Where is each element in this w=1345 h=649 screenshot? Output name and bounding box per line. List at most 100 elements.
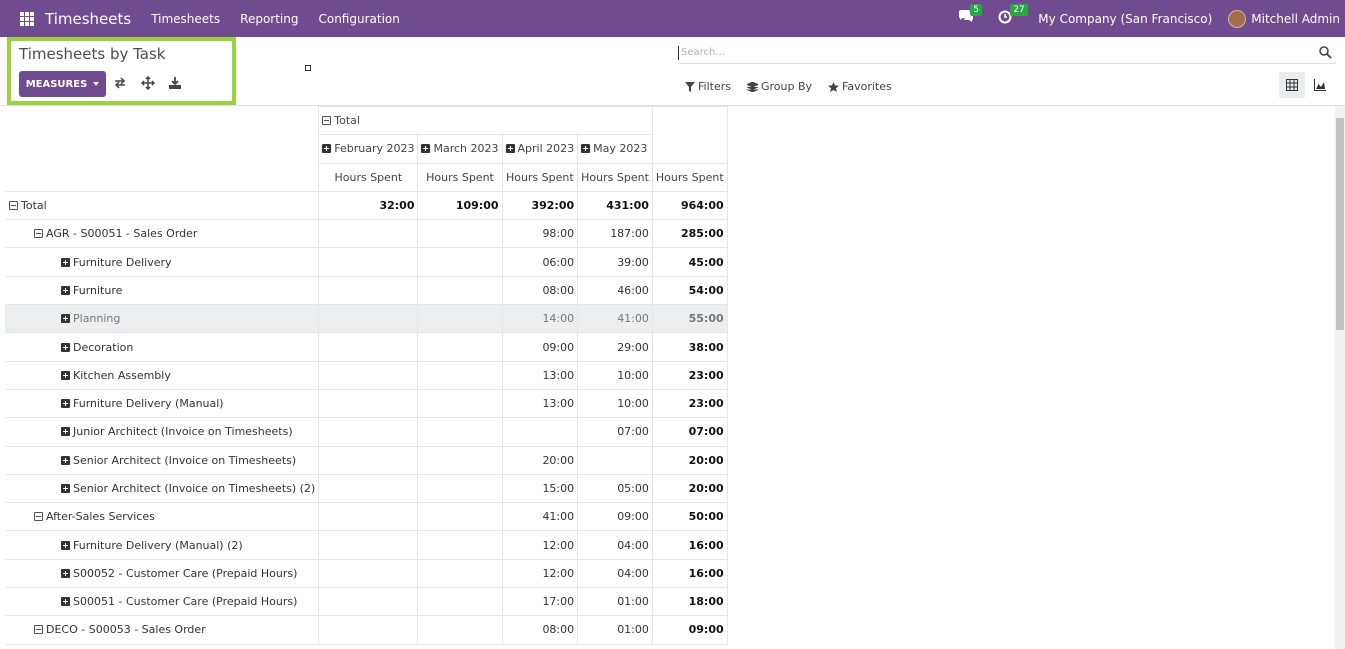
pivot-cell[interactable]: 41:00 bbox=[501, 502, 579, 532]
apps-menu-icon[interactable] bbox=[20, 11, 34, 26]
company-switcher[interactable]: My Company (San Francisco) bbox=[1038, 12, 1212, 26]
pivot-cell[interactable] bbox=[417, 587, 503, 617]
expand-all-icon[interactable] bbox=[141, 76, 155, 90]
pivot-cell[interactable]: 16:00 bbox=[651, 558, 728, 589]
pivot-cell[interactable]: 285:00 bbox=[651, 219, 728, 249]
pivot-cell[interactable] bbox=[318, 473, 419, 504]
pivot-cell[interactable]: 14:00 bbox=[501, 304, 579, 334]
pivot-cell[interactable] bbox=[318, 247, 419, 277]
pivot-cell[interactable]: 15:00 bbox=[501, 473, 579, 504]
pivot-cell[interactable]: 392:00 bbox=[501, 190, 579, 221]
pivot-cell[interactable] bbox=[417, 304, 503, 334]
pivot-cell[interactable]: 06:00 bbox=[501, 247, 579, 277]
menu-configuration[interactable]: Configuration bbox=[318, 12, 399, 26]
pivot-cell[interactable] bbox=[318, 388, 419, 419]
pivot-cell[interactable]: 20:00 bbox=[651, 445, 728, 475]
row-header[interactable]: Junior Architect (Invoice on Timesheets) bbox=[5, 417, 320, 447]
flip-axis-icon[interactable] bbox=[113, 76, 127, 90]
measure-header[interactable]: Hours Spent bbox=[501, 162, 579, 192]
pivot-cell[interactable]: 04:00 bbox=[577, 558, 653, 589]
pivot-cell[interactable]: 45:00 bbox=[651, 247, 728, 277]
pivot-cell[interactable]: 109:00 bbox=[417, 190, 503, 221]
pivot-cell[interactable] bbox=[417, 360, 503, 390]
row-header[interactable]: Planning bbox=[5, 304, 320, 334]
pivot-cell[interactable]: 01:00 bbox=[577, 615, 653, 645]
pivot-cell[interactable]: 98:00 bbox=[501, 219, 579, 249]
pivot-cell[interactable]: 07:00 bbox=[651, 417, 728, 447]
row-header[interactable]: Furniture Delivery bbox=[5, 247, 320, 277]
pivot-cell[interactable]: 46:00 bbox=[577, 275, 653, 306]
pivot-cell[interactable]: 01:00 bbox=[577, 587, 653, 617]
pivot-cell[interactable] bbox=[318, 360, 419, 390]
pivot-cell[interactable]: 10:00 bbox=[577, 388, 653, 419]
group-by-button[interactable]: Group By bbox=[746, 80, 812, 93]
row-header[interactable]: Furniture Delivery (Manual) bbox=[5, 388, 320, 419]
pivot-cell[interactable] bbox=[417, 615, 503, 645]
pivot-cell[interactable] bbox=[417, 502, 503, 532]
pivot-cell[interactable]: 187:00 bbox=[577, 219, 653, 249]
pivot-cell[interactable]: 04:00 bbox=[577, 530, 653, 560]
search-bar[interactable]: Search... bbox=[678, 42, 1336, 64]
pivot-cell[interactable]: 05:00 bbox=[577, 473, 653, 504]
col-header-month[interactable]: February 2023 bbox=[318, 134, 419, 164]
pivot-cell[interactable]: 17:00 bbox=[501, 587, 579, 617]
pivot-cell[interactable] bbox=[318, 587, 419, 617]
pivot-cell[interactable] bbox=[318, 275, 419, 306]
pivot-cell[interactable]: 964:00 bbox=[651, 190, 728, 221]
row-header[interactable]: Senior Architect (Invoice on Timesheets) bbox=[5, 445, 320, 475]
pivot-cell[interactable]: 13:00 bbox=[501, 360, 579, 390]
row-header[interactable]: Kitchen Assembly bbox=[5, 360, 320, 390]
measure-header[interactable]: Hours Spent bbox=[577, 162, 653, 192]
pivot-cell[interactable]: 09:00 bbox=[501, 332, 579, 362]
pivot-cell[interactable] bbox=[318, 615, 419, 645]
pivot-cell[interactable]: 39:00 bbox=[577, 247, 653, 277]
pivot-cell[interactable] bbox=[577, 445, 653, 475]
pivot-cell[interactable] bbox=[318, 332, 419, 362]
pivot-cell[interactable]: 29:00 bbox=[577, 332, 653, 362]
pivot-cell[interactable]: 09:00 bbox=[577, 502, 653, 532]
activities-button[interactable]: 27 bbox=[998, 3, 1028, 28]
pivot-cell[interactable] bbox=[417, 445, 503, 475]
pivot-cell[interactable] bbox=[417, 388, 503, 419]
filters-button[interactable]: Filters bbox=[685, 80, 731, 93]
pivot-cell[interactable] bbox=[318, 530, 419, 560]
pivot-cell[interactable]: 07:00 bbox=[577, 417, 653, 447]
measure-header[interactable]: Hours Spent bbox=[651, 162, 728, 192]
pivot-cell[interactable]: 23:00 bbox=[651, 360, 728, 390]
pivot-cell[interactable]: 20:00 bbox=[651, 473, 728, 504]
pivot-cell[interactable]: 16:00 bbox=[651, 530, 728, 560]
pivot-cell[interactable]: 50:00 bbox=[651, 502, 728, 532]
row-header[interactable]: S00052 - Customer Care (Prepaid Hours) bbox=[5, 558, 320, 589]
pivot-cell[interactable] bbox=[501, 417, 579, 447]
pivot-cell[interactable] bbox=[417, 247, 503, 277]
pivot-cell[interactable]: 12:00 bbox=[501, 558, 579, 589]
pivot-cell[interactable]: 20:00 bbox=[501, 445, 579, 475]
pivot-cell[interactable] bbox=[417, 332, 503, 362]
row-header[interactable]: DECO - S00053 - Sales Order bbox=[5, 615, 320, 645]
app-name[interactable]: Timesheets bbox=[45, 10, 131, 28]
pivot-cell[interactable]: 41:00 bbox=[577, 304, 653, 334]
measure-header[interactable]: Hours Spent bbox=[318, 162, 419, 192]
col-header-month[interactable]: May 2023 bbox=[577, 134, 653, 164]
user-menu[interactable]: Mitchell Admin bbox=[1251, 12, 1340, 26]
pivot-cell[interactable] bbox=[417, 558, 503, 589]
search-input[interactable]: Search... bbox=[681, 47, 725, 58]
pivot-cell[interactable]: 10:00 bbox=[577, 360, 653, 390]
row-header[interactable]: Total bbox=[5, 190, 320, 221]
graph-view-button[interactable] bbox=[1307, 72, 1333, 98]
pivot-cell[interactable] bbox=[318, 417, 419, 447]
measures-button[interactable]: MEASURES bbox=[19, 71, 106, 97]
pivot-cell[interactable] bbox=[318, 558, 419, 589]
favorites-button[interactable]: Favorites bbox=[828, 80, 892, 93]
pivot-cell[interactable]: 54:00 bbox=[651, 275, 728, 306]
pivot-cell[interactable] bbox=[417, 275, 503, 306]
pivot-cell[interactable] bbox=[417, 417, 503, 447]
row-header[interactable]: Senior Architect (Invoice on Timesheets)… bbox=[5, 473, 320, 504]
pivot-cell[interactable] bbox=[318, 219, 419, 249]
pivot-cell[interactable]: 12:00 bbox=[501, 530, 579, 560]
pivot-cell[interactable]: 13:00 bbox=[501, 388, 579, 419]
pivot-cell[interactable] bbox=[318, 304, 419, 334]
pivot-cell[interactable]: 18:00 bbox=[651, 587, 728, 617]
menu-timesheets[interactable]: Timesheets bbox=[151, 12, 220, 26]
pivot-cell[interactable] bbox=[417, 219, 503, 249]
